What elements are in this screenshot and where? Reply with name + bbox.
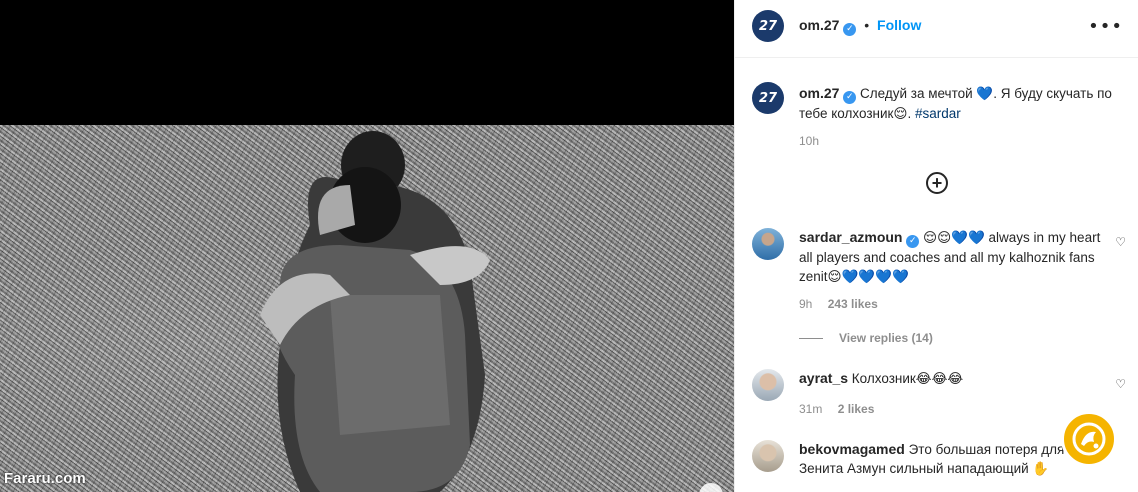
caption-hashtag[interactable]: #sardar [915, 106, 961, 121]
author-avatar[interactable]: 27 [752, 10, 784, 42]
header-username-row: om.27 ✓ • Follow [799, 17, 921, 36]
verified-badge-icon: ✓ [906, 235, 920, 248]
post-media: › Fararu.com [0, 0, 734, 492]
watermark-text: Fararu.com [4, 470, 86, 487]
replies-divider [799, 337, 823, 339]
commenter-avatar[interactable] [752, 228, 784, 260]
caption-author-avatar[interactable]: 27 [752, 82, 784, 114]
more-options-icon[interactable]: ••• [1088, 16, 1123, 37]
comment-likes[interactable]: 2 likes [838, 402, 875, 416]
author-username[interactable]: om.27 [799, 17, 839, 33]
next-slide-button[interactable]: › [699, 483, 723, 492]
caption-username[interactable]: om.27 [799, 85, 839, 101]
comment-likes[interactable]: 243 likes [828, 297, 878, 311]
caption-text: om.27 ✓ Следуй за мечтой 💙. Я буду скуча… [799, 83, 1121, 124]
post-photo[interactable]: › [0, 125, 734, 492]
comment-username[interactable]: bekovmagamed [799, 441, 905, 457]
plus-circle-icon[interactable]: + [926, 172, 948, 194]
avatar-logo-text: 27 [758, 18, 778, 34]
comment-timestamp[interactable]: 31m [799, 402, 822, 416]
caption-timestamp[interactable]: 10h [799, 134, 819, 148]
avatar-logo-text: 27 [758, 90, 778, 106]
commenter-avatar[interactable] [752, 440, 784, 472]
view-replies-label: View replies (14) [839, 331, 933, 345]
comment-text: bekovmagamed Это большая потеря для Зени… [799, 440, 1089, 478]
hug-figures [260, 131, 490, 492]
comment-username[interactable]: ayrat_s [799, 370, 848, 386]
verified-badge-icon: ✓ [843, 23, 857, 36]
comment-meta: 31m 2 likes [799, 402, 874, 416]
heart-icon[interactable]: ♡ [1115, 377, 1126, 391]
commenter-avatar[interactable] [752, 369, 784, 401]
comment-text: sardar_azmoun ✓ 😌😌💙💙 always in my heart … [799, 228, 1109, 286]
separator-dot: • [864, 17, 870, 33]
site-logo-badge [1061, 411, 1117, 467]
comment-body: Колхозник😂😂😂 [848, 371, 964, 386]
verified-badge-icon: ✓ [843, 91, 857, 104]
comment-text: ayrat_s Колхозник😂😂😂 [799, 369, 1109, 388]
follow-button[interactable]: Follow [877, 17, 921, 33]
view-replies-button[interactable]: View replies (14) [799, 331, 933, 345]
comment-username[interactable]: sardar_azmoun [799, 229, 902, 245]
fararu-logo-icon [1072, 422, 1106, 456]
chevron-right-icon: › [708, 487, 714, 492]
comment-timestamp[interactable]: 9h [799, 297, 812, 311]
comment-meta: 9h 243 likes [799, 297, 878, 311]
heart-icon[interactable]: ♡ [1115, 235, 1126, 249]
post-header: 27 om.27 ✓ • Follow ••• [735, 0, 1138, 58]
